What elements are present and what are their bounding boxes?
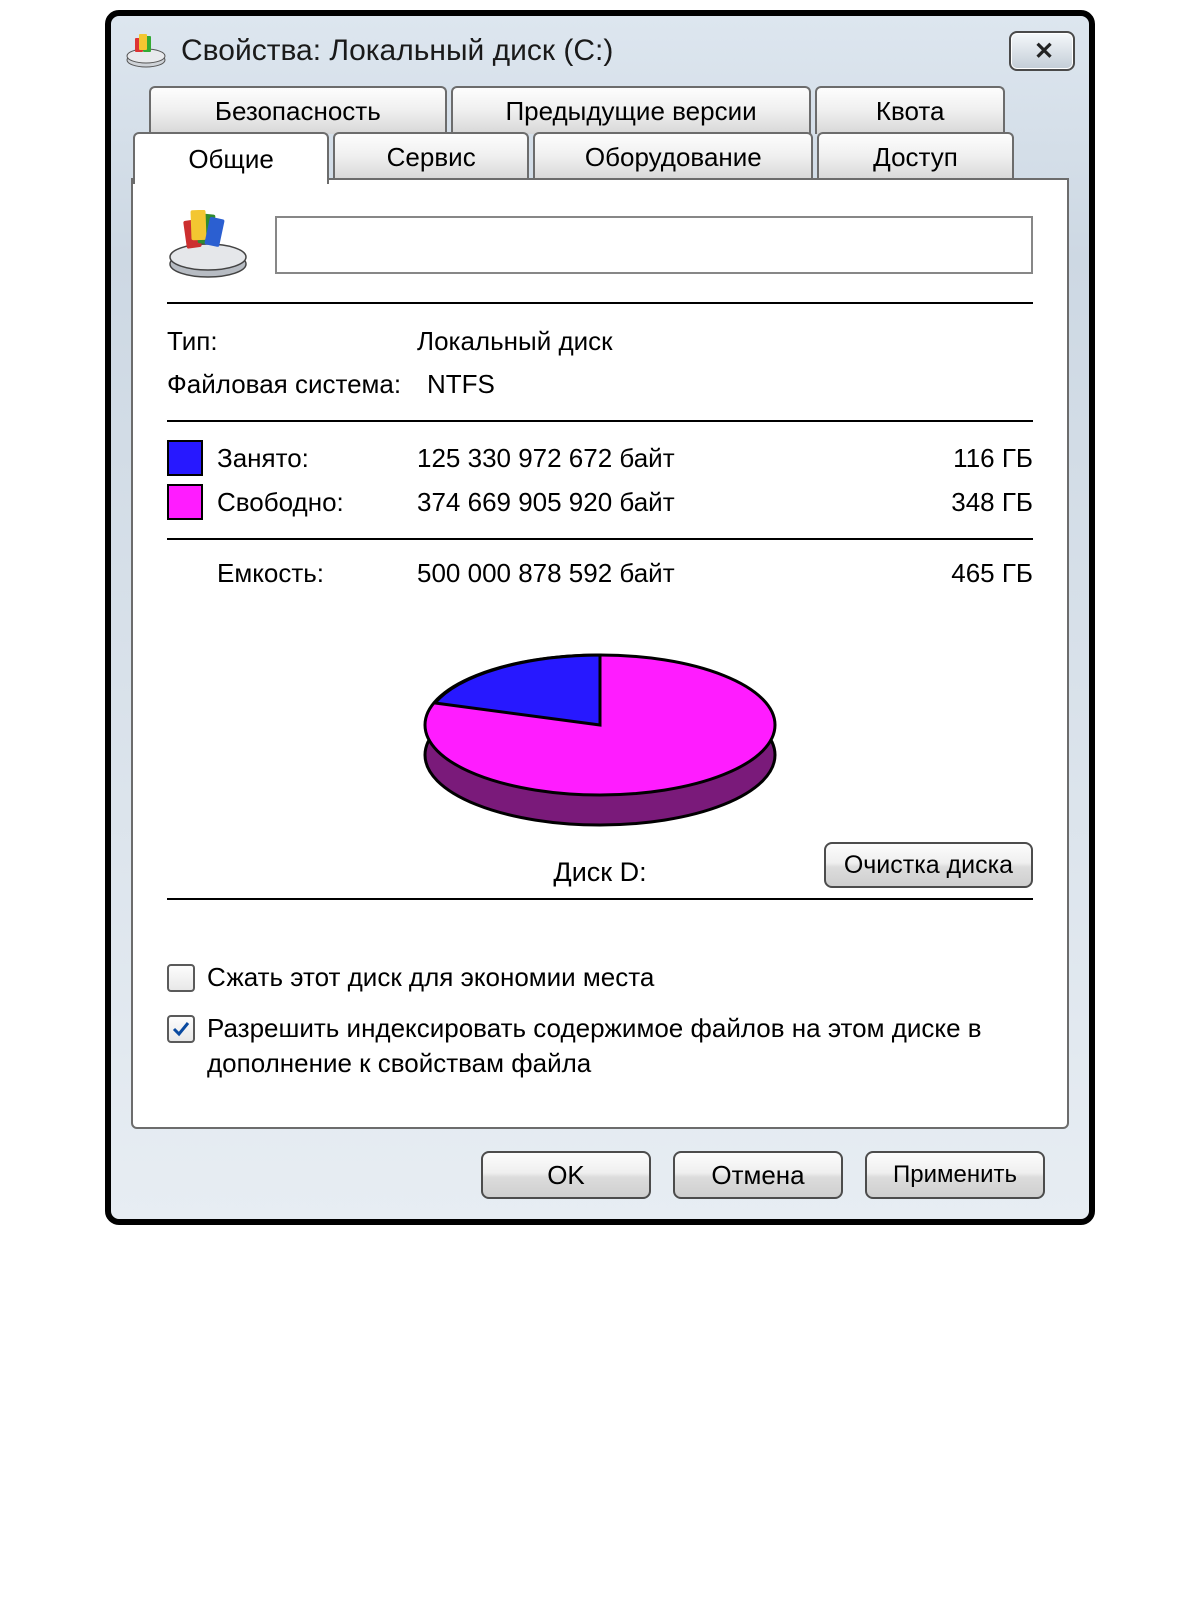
properties-dialog: Свойства: Локальный диск (C:) ✕ Безопасн… bbox=[105, 10, 1095, 1225]
used-label: Занято: bbox=[217, 443, 417, 474]
compress-checkbox[interactable] bbox=[167, 964, 195, 992]
used-swatch-icon bbox=[167, 440, 203, 476]
titlebar: Свойства: Локальный диск (C:) ✕ bbox=[111, 16, 1089, 86]
disk-name-label: Диск D: bbox=[553, 835, 646, 888]
filesystem-value: NTFS bbox=[427, 369, 1033, 400]
drive-icon bbox=[125, 32, 167, 70]
type-value: Локальный диск bbox=[417, 326, 1033, 357]
filesystem-label: Файловая система: bbox=[167, 369, 427, 400]
free-label: Свободно: bbox=[217, 487, 417, 518]
used-gb: 116 ГБ bbox=[923, 443, 1033, 474]
tab-previous-versions[interactable]: Предыдущие версии bbox=[451, 86, 812, 134]
apply-button[interactable]: Применить bbox=[865, 1151, 1045, 1199]
free-bytes: 374 669 905 920 байт bbox=[417, 487, 757, 518]
tab-security[interactable]: Безопасность bbox=[149, 86, 447, 134]
tab-sharing[interactable]: Доступ bbox=[817, 132, 1013, 180]
used-bytes: 125 330 972 672 байт bbox=[417, 443, 757, 474]
index-label: Разрешить индексировать содержимое файло… bbox=[207, 1011, 1033, 1081]
drive-icon bbox=[167, 210, 249, 280]
free-swatch-icon bbox=[167, 484, 203, 520]
free-gb: 348 ГБ bbox=[923, 487, 1033, 518]
cancel-button[interactable]: Отмена bbox=[673, 1151, 843, 1199]
tab-general[interactable]: Общие bbox=[133, 132, 329, 184]
divider bbox=[167, 898, 1033, 900]
window-title: Свойства: Локальный диск (C:) bbox=[175, 34, 1009, 68]
tab-tools[interactable]: Сервис bbox=[333, 132, 529, 180]
index-checkbox[interactable] bbox=[167, 1015, 195, 1043]
volume-label-input[interactable] bbox=[275, 216, 1033, 274]
type-label: Тип: bbox=[167, 326, 417, 357]
divider bbox=[167, 420, 1033, 422]
divider bbox=[167, 302, 1033, 304]
tab-quota[interactable]: Квота bbox=[815, 86, 1004, 134]
tab-hardware[interactable]: Оборудование bbox=[533, 132, 813, 180]
checkmark-icon bbox=[171, 1019, 191, 1039]
capacity-label: Емкость: bbox=[167, 558, 417, 589]
close-button[interactable]: ✕ bbox=[1009, 31, 1075, 71]
disk-cleanup-button[interactable]: Очистка диска bbox=[824, 842, 1033, 888]
capacity-bytes: 500 000 878 592 байт bbox=[417, 558, 757, 589]
close-icon: ✕ bbox=[1034, 37, 1050, 66]
tab-panel-general: Тип: Локальный диск Файловая система: NT… bbox=[131, 178, 1069, 1129]
usage-pie-chart bbox=[410, 625, 790, 835]
capacity-gb: 465 ГБ bbox=[923, 558, 1033, 589]
compress-label: Сжать этот диск для экономии места bbox=[207, 960, 1033, 995]
ok-button[interactable]: OK bbox=[481, 1151, 651, 1199]
